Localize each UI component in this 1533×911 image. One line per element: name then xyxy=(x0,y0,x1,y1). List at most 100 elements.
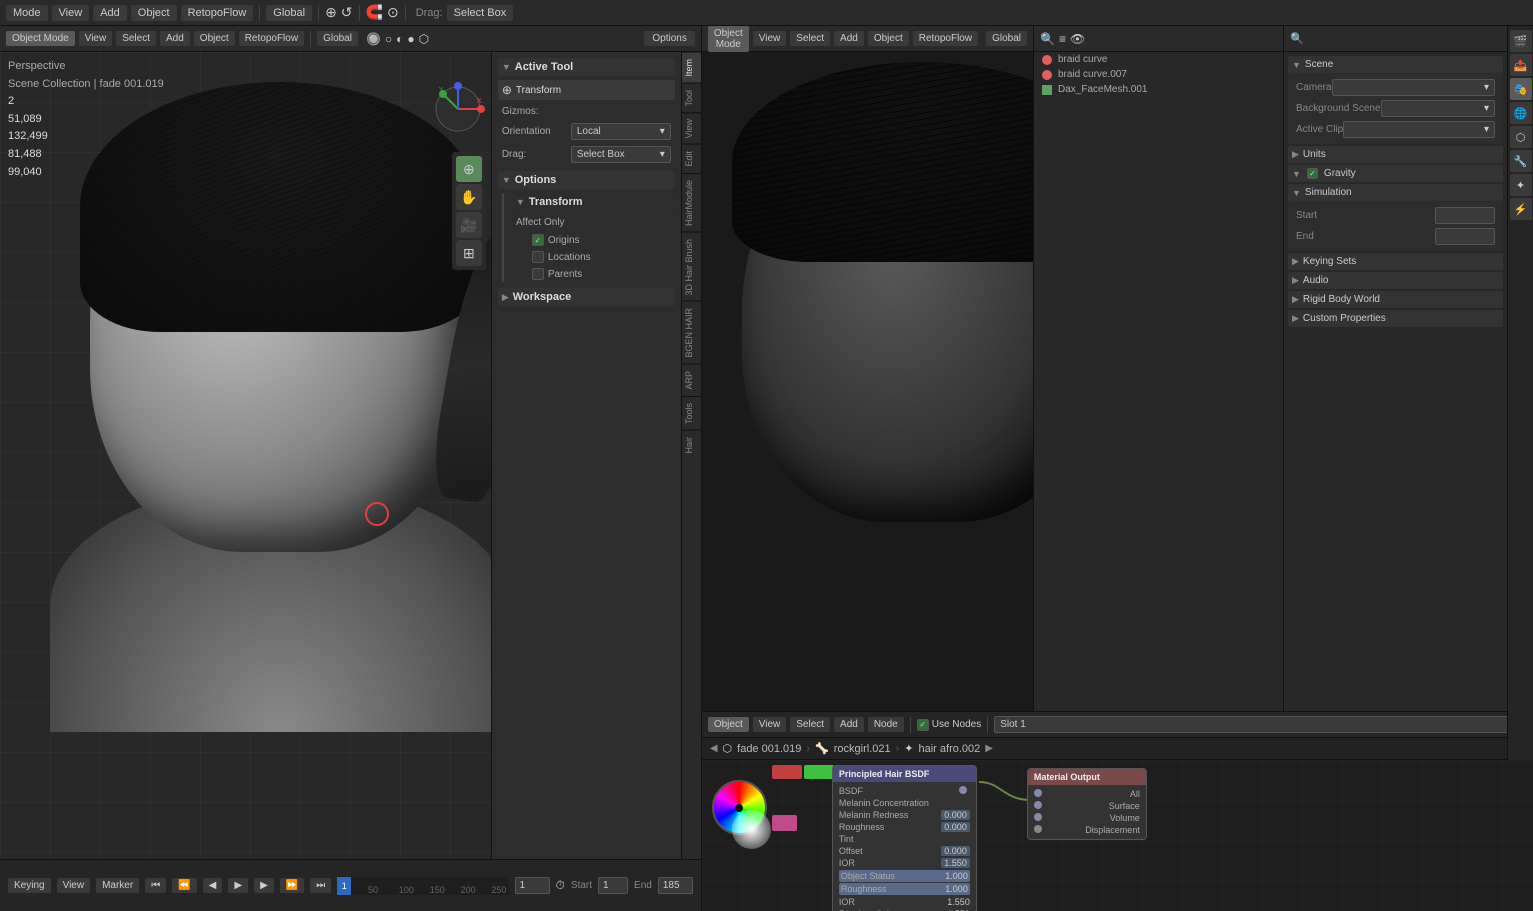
side-tab-item[interactable]: Item xyxy=(682,52,701,83)
play-btn[interactable]: ▶ xyxy=(228,878,248,893)
rvp-view-btn[interactable]: View xyxy=(753,31,787,46)
viewport-icon-3[interactable]: ◐ xyxy=(396,32,403,46)
ne-node-btn[interactable]: Node xyxy=(868,717,904,732)
options-header[interactable]: ▼ Options xyxy=(498,171,675,189)
origins-checkbox[interactable] xyxy=(532,234,544,246)
vp-select-btn[interactable]: Select xyxy=(116,31,156,46)
custom-props-header[interactable]: ▶ Custom Properties xyxy=(1288,310,1503,327)
locations-checkbox[interactable] xyxy=(532,251,544,263)
move-tool[interactable]: ✋ xyxy=(456,184,482,210)
color-swatch[interactable] xyxy=(772,815,797,831)
next-frame-btn[interactable]: ⏩ xyxy=(280,878,304,893)
drag-dropdown[interactable]: Select Box ▾ xyxy=(571,146,671,163)
principled-hair-node[interactable]: Principled Hair BSDF BSDF Melanin Concen… xyxy=(832,765,977,911)
props-tab-scene[interactable]: 🎭 xyxy=(1510,78,1532,100)
view-icon[interactable]: 👁 xyxy=(1070,32,1085,46)
vp-object-btn[interactable]: Object xyxy=(194,31,235,46)
bc-arrow-right[interactable]: ▶ xyxy=(985,743,993,754)
options-btn[interactable]: Options xyxy=(644,31,694,46)
cursor-tool[interactable]: ⊕ xyxy=(456,156,482,182)
drag-value-btn[interactable]: Select Box xyxy=(447,5,514,21)
camera-tool[interactable]: 🎥 xyxy=(456,212,482,238)
ne-view-btn[interactable]: View xyxy=(753,717,787,732)
global-btn[interactable]: Global xyxy=(266,5,312,21)
vp-global-btn[interactable]: Global xyxy=(317,31,358,46)
rigid-body-header[interactable]: ▶ Rigid Body World xyxy=(1288,291,1503,308)
side-tab-bgenhair[interactable]: BGEN HAIR xyxy=(682,301,701,364)
transform-sub-header[interactable]: ▼ Transform xyxy=(512,193,675,211)
rvp-select-btn[interactable]: Select xyxy=(790,31,830,46)
search-icon[interactable]: 🔍 xyxy=(1040,32,1055,46)
props-tab-output[interactable]: 📤 xyxy=(1510,54,1532,76)
props-tab-particles[interactable]: ✦ xyxy=(1510,174,1532,196)
keying-btn[interactable]: Keying xyxy=(8,878,51,893)
props-tab-world[interactable]: 🌐 xyxy=(1510,102,1532,124)
ne-add-btn[interactable]: Add xyxy=(834,717,864,732)
outline-item-dax-facemesh[interactable]: Dax_FaceMesh.001 xyxy=(1034,82,1283,97)
scene-top-header[interactable]: ▼ Scene xyxy=(1288,56,1503,73)
right-3d-viewport[interactable]: Object Mode View Select Add Object Retop… xyxy=(702,26,1033,711)
side-tab-view[interactable]: View xyxy=(682,112,701,144)
simulation-header[interactable]: ▼ Simulation xyxy=(1288,184,1503,201)
jump-start-btn[interactable]: ⏮ xyxy=(145,878,166,893)
prev-frame-btn[interactable]: ⏪ xyxy=(172,878,196,893)
side-tab-arp[interactable]: ARP xyxy=(682,364,701,396)
left-3d-viewport[interactable]: Perspective Scene Collection | fade 001.… xyxy=(0,52,701,859)
bc-arrow-left[interactable]: ◀ xyxy=(710,743,718,754)
use-nodes-toggle[interactable]: Use Nodes xyxy=(917,719,981,731)
slot-dropdown[interactable]: Slot 1 ▾ xyxy=(994,716,1527,733)
axis-gizmo[interactable]: X Y Z xyxy=(431,82,486,137)
start-frame-input[interactable] xyxy=(598,877,628,894)
node-canvas[interactable]: Principled Hair BSDF BSDF Melanin Concen… xyxy=(702,760,1533,911)
props-tab-render[interactable]: 🎬 xyxy=(1510,30,1532,52)
props-tab-physics[interactable]: ⚡ xyxy=(1510,198,1532,220)
end-frame-input[interactable] xyxy=(658,877,693,894)
viewport-icon-5[interactable]: ⬡ xyxy=(419,32,429,46)
proportional-icon[interactable]: ⊙ xyxy=(387,4,399,21)
props-filter-icon[interactable]: 🔍 xyxy=(1290,32,1304,45)
menu-view[interactable]: View xyxy=(52,5,90,21)
filter-icon[interactable]: ≡ xyxy=(1059,32,1066,46)
side-tab-3dhairbrush[interactable]: 3D Hair Brush xyxy=(682,232,701,302)
keying-sets-header[interactable]: ▶ Keying Sets xyxy=(1288,253,1503,270)
gravity-checkbox[interactable] xyxy=(1307,168,1318,179)
units-header[interactable]: ▶ Units xyxy=(1288,146,1503,163)
ne-object-btn[interactable]: Object xyxy=(708,717,749,732)
vp-retopoflow-btn[interactable]: RetopoFlow xyxy=(239,31,304,46)
active-tool-header[interactable]: ▼ Active Tool xyxy=(498,58,675,76)
viewport-icon-1[interactable]: 🔘 xyxy=(366,32,381,46)
snap-icon[interactable]: 🧲 xyxy=(366,4,383,21)
menu-mode[interactable]: Mode xyxy=(6,5,48,21)
side-tab-hairmodule[interactable]: HairModule xyxy=(682,173,701,232)
menu-retopoflow[interactable]: RetopoFlow xyxy=(181,5,254,21)
grid-tool[interactable]: ⊞ xyxy=(456,240,482,266)
rvp-object-btn[interactable]: Object xyxy=(868,31,909,46)
rvp-global-btn[interactable]: Global xyxy=(986,31,1027,46)
side-tab-tool[interactable]: Tool xyxy=(682,83,701,113)
parents-checkbox[interactable] xyxy=(532,268,544,280)
ne-select-btn[interactable]: Select xyxy=(790,717,830,732)
menu-object[interactable]: Object xyxy=(131,5,177,21)
marker-btn[interactable]: Marker xyxy=(96,878,139,893)
sim-end-input[interactable] xyxy=(1435,228,1495,245)
orientation-dropdown[interactable]: Local ▾ xyxy=(571,123,671,140)
material-output-node[interactable]: Material Output All Surface Volume xyxy=(1027,768,1147,840)
transform-icon[interactable]: ⊕ xyxy=(325,4,337,21)
prev-keyframe-btn[interactable]: ◀ xyxy=(203,878,223,893)
outline-item-braid-curve-007[interactable]: braid curve.007 xyxy=(1034,67,1283,82)
camera-dropdown[interactable]: ▾ xyxy=(1332,79,1495,96)
jump-end-btn[interactable]: ⏭ xyxy=(310,878,331,893)
viewport-icon-4[interactable]: ● xyxy=(407,32,414,46)
use-nodes-checkbox[interactable] xyxy=(917,719,929,731)
next-keyframe-btn[interactable]: ▶ xyxy=(254,878,274,893)
rvp-add-btn[interactable]: Add xyxy=(834,31,864,46)
vp-add-btn[interactable]: Add xyxy=(160,31,190,46)
active-clip-dropdown[interactable]: ▾ xyxy=(1343,121,1495,138)
rotate-icon[interactable]: ↺ xyxy=(341,4,353,21)
rvp-mode-btn[interactable]: Object Mode xyxy=(708,26,749,52)
props-tab-modifiers[interactable]: 🔧 xyxy=(1510,150,1532,172)
props-tab-object[interactable]: ⬡ xyxy=(1510,126,1532,148)
timeline-numbers[interactable]: 50 100 150 200 250 1 xyxy=(337,877,508,895)
current-frame-input[interactable] xyxy=(515,877,550,894)
timeline-view-btn[interactable]: View xyxy=(57,878,91,893)
